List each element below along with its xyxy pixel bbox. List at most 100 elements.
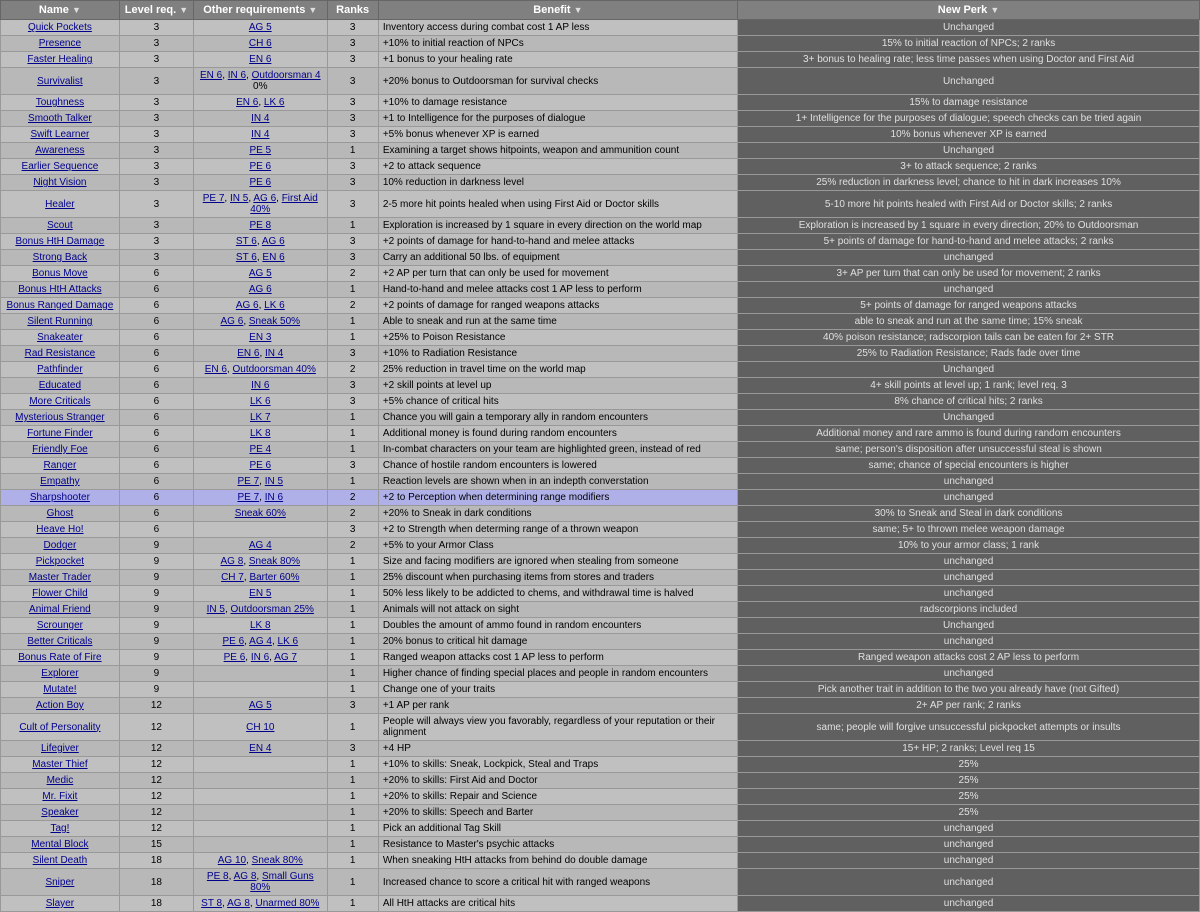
req-link[interactable]: IN 4 <box>251 129 269 140</box>
req-link[interactable]: IN 6 <box>265 492 283 503</box>
perk-name-link[interactable]: Bonus HtH Attacks <box>18 284 101 295</box>
perk-name-link[interactable]: Swift Learner <box>30 129 89 140</box>
req-link[interactable]: PE 7 <box>203 193 225 204</box>
req-link[interactable]: AG 8 <box>234 871 257 882</box>
perk-name-link[interactable]: Slayer <box>46 898 74 909</box>
perk-name-link[interactable]: Faster Healing <box>27 54 92 65</box>
header-ranks[interactable]: Ranks <box>327 1 378 20</box>
req-link[interactable]: PE 4 <box>249 444 271 455</box>
perk-name-link[interactable]: Scout <box>47 220 73 231</box>
req-link[interactable]: AG 7 <box>274 652 297 663</box>
perk-name-link[interactable]: Medic <box>47 775 74 786</box>
req-link[interactable]: AG 4 <box>249 540 272 551</box>
req-link[interactable]: PE 6 <box>222 636 244 647</box>
header-level[interactable]: Level req. ▼ <box>119 1 193 20</box>
req-link[interactable]: Outdoorsman 40% <box>232 364 315 375</box>
perk-name-link[interactable]: Heave Ho! <box>36 524 83 535</box>
req-link[interactable]: CH 7 <box>221 572 244 583</box>
perk-name-link[interactable]: Master Trader <box>29 572 91 583</box>
req-link[interactable]: LK 8 <box>250 620 271 631</box>
req-link[interactable]: LK 8 <box>250 428 271 439</box>
perk-name-link[interactable]: Sniper <box>45 877 74 888</box>
sort-arrow-level[interactable]: ▼ <box>179 5 188 15</box>
perk-name-link[interactable]: Night Vision <box>33 177 86 188</box>
perk-name-link[interactable]: Ghost <box>47 508 74 519</box>
req-link[interactable]: AG 8 <box>221 556 244 567</box>
perk-name-link[interactable]: Bonus Move <box>32 268 88 279</box>
req-link[interactable]: AG 6 <box>221 316 244 327</box>
req-link[interactable]: EN 6 <box>262 252 284 263</box>
perk-name-link[interactable]: Mutate! <box>43 684 76 695</box>
perk-name-link[interactable]: More Criticals <box>29 396 90 407</box>
perk-name-link[interactable]: Empathy <box>40 476 79 487</box>
req-link[interactable]: EN 6 <box>249 54 271 65</box>
req-link[interactable]: CH 10 <box>246 722 274 733</box>
req-link[interactable]: LK 6 <box>264 300 285 311</box>
req-link[interactable]: PE 8 <box>207 871 229 882</box>
req-link[interactable]: PE 6 <box>249 161 271 172</box>
req-link[interactable]: EN 5 <box>249 588 271 599</box>
req-link[interactable]: Outdoorsman 25% <box>231 604 314 615</box>
req-link[interactable]: AG 5 <box>249 268 272 279</box>
req-link[interactable]: EN 4 <box>249 743 271 754</box>
req-link[interactable]: LK 6 <box>264 97 285 108</box>
perk-name-link[interactable]: Speaker <box>41 807 78 818</box>
req-link[interactable]: Sneak 60% <box>235 508 286 519</box>
perk-name-link[interactable]: Awareness <box>35 145 84 156</box>
perk-name-link[interactable]: Cult of Personality <box>19 722 100 733</box>
req-link[interactable]: Sneak 50% <box>249 316 300 327</box>
req-link[interactable]: LK 6 <box>278 636 299 647</box>
sort-arrow-newperk[interactable]: ▼ <box>990 5 999 15</box>
req-link[interactable]: AG 6 <box>236 300 259 311</box>
perk-name-link[interactable]: Fortune Finder <box>27 428 93 439</box>
req-link[interactable]: Outdoorsman 4 <box>252 70 321 81</box>
perk-name-link[interactable]: Silent Running <box>27 316 92 327</box>
perk-name-link[interactable]: Bonus HtH Damage <box>15 236 104 247</box>
perk-name-link[interactable]: Explorer <box>41 668 78 679</box>
perk-name-link[interactable]: Survivalist <box>37 76 83 87</box>
req-link[interactable]: Barter 60% <box>249 572 299 583</box>
req-link[interactable]: IN 6 <box>251 380 269 391</box>
req-link[interactable]: IN 5 <box>265 476 283 487</box>
req-link[interactable]: ST 6 <box>236 236 257 247</box>
req-link[interactable]: PE 7 <box>237 492 259 503</box>
req-link[interactable]: PE 6 <box>249 177 271 188</box>
perk-name-link[interactable]: Educated <box>39 380 81 391</box>
req-link[interactable]: PE 8 <box>249 220 271 231</box>
perk-name-link[interactable]: Earlier Sequence <box>22 161 99 172</box>
req-link[interactable]: IN 5 <box>207 604 225 615</box>
req-link[interactable]: EN 6 <box>205 364 227 375</box>
req-link[interactable]: AG 4 <box>249 636 272 647</box>
req-link[interactable]: EN 6 <box>237 348 259 359</box>
perk-name-link[interactable]: Mental Block <box>31 839 88 850</box>
sort-arrow-other[interactable]: ▼ <box>308 5 317 15</box>
perk-name-link[interactable]: Mr. Fixit <box>42 791 77 802</box>
req-link[interactable]: IN 6 <box>228 70 246 81</box>
perk-name-link[interactable]: Strong Back <box>33 252 87 263</box>
req-link[interactable]: ST 8 <box>201 898 222 909</box>
perk-name-link[interactable]: Master Thief <box>32 759 87 770</box>
header-name[interactable]: Name ▼ <box>1 1 120 20</box>
perk-name-link[interactable]: Ranger <box>44 460 77 471</box>
req-link[interactable]: AG 10 <box>218 855 246 866</box>
req-link[interactable]: PE 7 <box>237 476 259 487</box>
perk-name-link[interactable]: Pathfinder <box>37 364 83 375</box>
req-link[interactable]: EN 6 <box>236 97 258 108</box>
req-link[interactable]: ST 6 <box>236 252 257 263</box>
req-link[interactable]: Sneak 80% <box>249 556 300 567</box>
perk-name-link[interactable]: Scrounger <box>37 620 83 631</box>
req-link[interactable]: PE 6 <box>249 460 271 471</box>
req-link[interactable]: LK 7 <box>250 412 271 423</box>
header-benefit[interactable]: Benefit ▼ <box>378 1 737 20</box>
perk-name-link[interactable]: Snakeater <box>37 332 83 343</box>
req-link[interactable]: LK 6 <box>250 396 271 407</box>
req-link[interactable]: IN 5 <box>230 193 248 204</box>
perk-name-link[interactable]: Bonus Ranged Damage <box>7 300 114 311</box>
sort-arrow-benefit[interactable]: ▼ <box>574 5 583 15</box>
req-link[interactable]: Unarmed 80% <box>255 898 319 909</box>
perk-name-link[interactable]: Smooth Talker <box>28 113 92 124</box>
perk-name-link[interactable]: Sharpshooter <box>30 492 90 503</box>
perk-name-link[interactable]: Action Boy <box>36 700 84 711</box>
perk-name-link[interactable]: Pickpocket <box>36 556 84 567</box>
req-link[interactable]: AG 8 <box>227 898 250 909</box>
